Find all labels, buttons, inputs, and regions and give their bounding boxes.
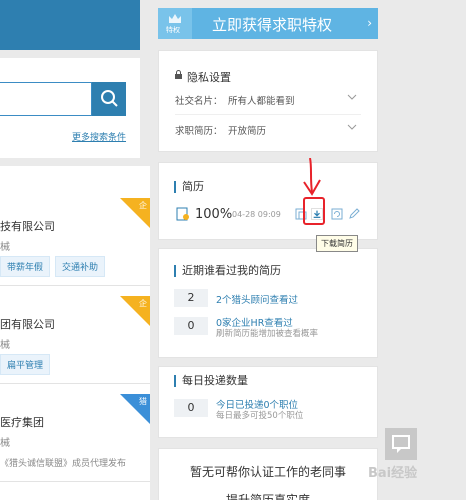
colleague-hint: 提升简历真实度 [225,493,310,500]
job-meta: 械 [0,242,10,253]
headhunter-views-link[interactable]: 2个猎头顾问查看过 [216,292,298,306]
colleague-empty-message: 暂无可帮你认证工作的老同事 [189,465,346,479]
company-name[interactable]: 医疗集团 [0,414,44,430]
hr-views-hint: 刷新简历能增加被查看概率 [216,329,319,339]
viewers-section-title: 近期谁看过我的简历 [174,265,281,277]
hr-view-count: 0 [174,317,208,335]
download-tooltip: 下载简历 [316,235,358,252]
job-tag: 带薪年假 [0,256,51,277]
job-card[interactable]: 猎 医疗集团 械 《猎头诚信联盟》成员代理发布 [0,394,150,482]
job-meta: 械 [0,340,10,351]
daily-limit-hint: 每日最多可投50个职位 [216,411,304,421]
chevron-down-icon[interactable] [347,92,357,102]
badge-label: 猎 [139,397,147,406]
headhunter-view-count: 2 [174,289,208,307]
colleague-verification-panel: 暂无可帮你认证工作的老同事 提升简历真实度 [158,448,378,500]
search-input[interactable] [0,82,92,116]
job-list: 企 技有限公司 械 带薪年假 交通补助 企 团有限公司 械 扁平管理 猎 医疗集团… [0,166,150,500]
watermark: Bai经验 [368,466,418,481]
job-tag: 扁平管理 [0,354,51,375]
job-card[interactable]: 企 团有限公司 械 扁平管理 [0,296,150,384]
setting-value[interactable]: 所有人都能看到 [228,93,295,107]
search-button[interactable] [92,82,126,116]
daily-application-count: 0 [174,399,208,417]
privacy-settings-panel: 隐私设置 社交名片： 所有人都能看到 求职简历： 开放简历 [158,50,378,152]
more-search-conditions-link[interactable]: 更多搜索条件 [72,130,126,143]
vip-title: 立即获得求职特权 [212,16,333,34]
left-banner [0,0,140,50]
daily-section-title: 每日投递数量 [174,375,248,387]
job-tags: 扁平管理 [0,354,55,375]
feedback-widget[interactable] [385,428,417,460]
setting-label: 求职简历： [175,126,223,137]
red-arrow-annotation [303,158,325,225]
badge-label: 企 [139,299,147,308]
job-card[interactable]: 企 技有限公司 械 带薪年假 交通补助 [0,198,150,286]
vip-badge: 特权 [158,8,192,39]
vip-badge-label: 特权 [166,26,180,34]
resume-completion: 100% [195,207,233,222]
job-tag: 交通补助 [55,256,106,277]
search-icon [101,90,118,107]
search-panel: 更多搜索条件 [0,58,140,158]
resume-visibility-setting[interactable]: 求职简历： 开放简历 [175,115,361,145]
chevron-right-icon: › [367,16,372,30]
badge-label: 企 [139,201,147,210]
resume-icon [176,207,189,221]
chevron-down-icon[interactable] [347,122,357,132]
privacy-title: 隐私设置 [187,71,231,84]
setting-value[interactable]: 开放简历 [228,123,266,137]
job-tags: 带薪年假 交通补助 [0,256,110,277]
resume-updated-time: 04-28 09:09 [232,210,281,219]
vip-privilege-banner[interactable]: 特权 立即获得求职特权 › [158,8,378,39]
edit-icon[interactable] [348,208,360,220]
chat-icon [392,435,410,453]
resume-section-title: 简历 [174,181,204,193]
lock-icon [175,70,182,79]
social-card-setting[interactable]: 社交名片： 所有人都能看到 [175,85,361,115]
daily-applications-panel: 每日投递数量 0 今日已投递0个职位 每日最多可投50个职位 [158,366,378,438]
job-meta: 械 [0,438,10,449]
company-name[interactable]: 团有限公司 [0,316,55,332]
company-name[interactable]: 技有限公司 [0,218,55,234]
setting-label: 社交名片： [175,96,223,107]
resume-viewers-panel: 近期谁看过我的简历 2 2个猎头顾问查看过 0 0家企业HR查看过 刷新简历能增… [158,248,378,358]
job-publisher-note: 《猎头诚信联盟》成员代理发布 [0,459,127,469]
resume-panel: 简历 100% 04-28 09:09 [158,162,378,240]
